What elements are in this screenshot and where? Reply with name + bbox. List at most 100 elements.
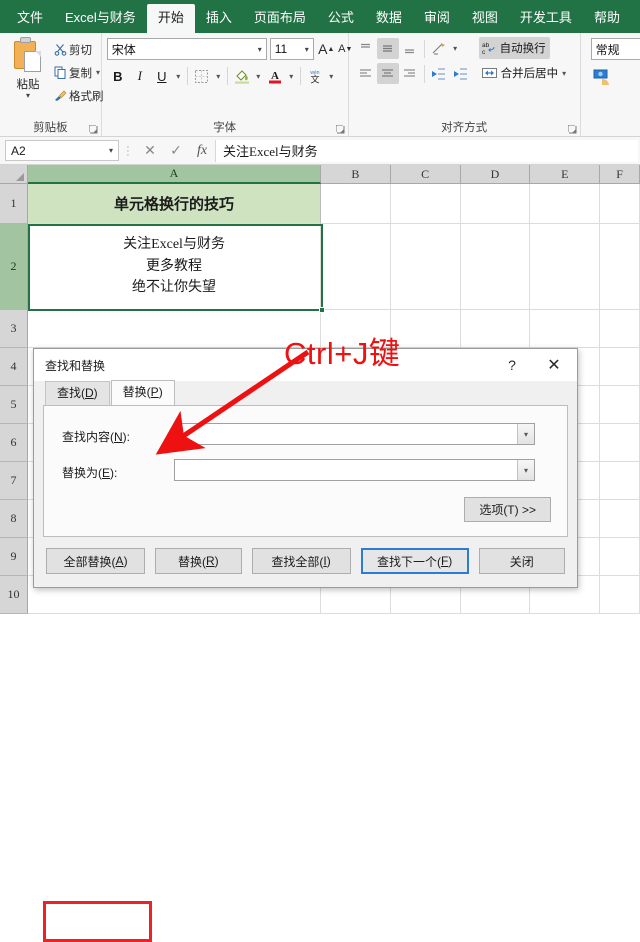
chevron-down-icon[interactable]: ▾ [326, 65, 337, 87]
font-name-input[interactable]: 宋体 ▾ [106, 38, 267, 60]
row-header-7[interactable]: 7 [0, 462, 28, 500]
close-icon[interactable]: ✕ [533, 349, 575, 381]
find-all-button[interactable]: 查找全部(I) [251, 548, 351, 574]
cell-a1[interactable]: 单元格换行的技巧 [28, 184, 322, 224]
row-header-6[interactable]: 6 [0, 424, 28, 462]
cell-f4[interactable] [600, 348, 640, 386]
row-header-3[interactable]: 3 [0, 310, 28, 348]
fill-color-icon[interactable] [231, 65, 253, 87]
align-right-button[interactable] [399, 63, 421, 84]
cell-f3[interactable] [600, 310, 640, 348]
check-icon[interactable]: ✓ [163, 140, 189, 162]
merge-center-button[interactable]: 合并后居中 ▾ [479, 62, 569, 84]
ribbon-tab-developer[interactable]: 开发工具 [509, 4, 583, 33]
wrap-text-button[interactable]: ab c 自动换行 [478, 37, 550, 59]
format-painter-button[interactable]: 格式刷 [52, 85, 104, 106]
column-header-c[interactable]: C [390, 165, 461, 184]
row-header-8[interactable]: 8 [0, 500, 28, 538]
ribbon-tab-view[interactable]: 视图 [461, 4, 509, 33]
chevron-down-icon[interactable]: ▾ [173, 65, 184, 87]
row-header-5[interactable]: 5 [0, 386, 28, 424]
cell-c3[interactable] [390, 310, 461, 348]
cell-b1[interactable] [321, 184, 391, 224]
ribbon-tab-file[interactable]: 文件 [6, 4, 54, 33]
accounting-format-icon[interactable] [591, 66, 615, 88]
replace-all-button[interactable]: 全部替换(A) [46, 548, 146, 574]
align-center-button[interactable] [376, 63, 399, 84]
options-button[interactable]: 选项(T) >> [464, 497, 551, 522]
chevron-down-icon[interactable]: ▾ [286, 65, 297, 87]
row-header-10[interactable]: 10 [0, 576, 28, 614]
row-header-4[interactable]: 4 [0, 348, 28, 386]
cell-a2[interactable]: 关注Excel与财务 更多教程 绝不让你失望 [28, 224, 322, 310]
cell-e2[interactable] [530, 224, 601, 310]
chevron-down-icon[interactable]: ▾ [6, 92, 50, 100]
ribbon-tab-excel-finance[interactable]: Excel与财务 [54, 4, 147, 33]
column-header-e[interactable]: E [530, 165, 601, 184]
select-all-corner[interactable] [0, 165, 28, 184]
font-color-icon[interactable]: A [264, 65, 286, 87]
tab-find[interactable]: 查找(D) [45, 381, 110, 405]
cell-e3[interactable] [530, 310, 601, 348]
fill-handle[interactable] [319, 307, 325, 313]
cell-f10[interactable] [600, 576, 640, 614]
ribbon-tab-page-layout[interactable]: 页面布局 [243, 4, 317, 33]
row-header-9[interactable]: 9 [0, 538, 28, 576]
text-orientation-icon[interactable] [428, 38, 450, 59]
chevron-down-icon[interactable]: ▾ [305, 45, 309, 54]
cell-f8[interactable] [600, 500, 640, 538]
cell-b2[interactable] [321, 224, 391, 310]
row-header-1[interactable]: 1 [0, 184, 28, 224]
decrease-indent-icon[interactable] [428, 63, 450, 84]
phonetic-guide-icon[interactable]: wén 文 [304, 65, 326, 87]
copy-button[interactable]: 复制 ▾ [52, 62, 100, 83]
cut-button[interactable]: 剪切 [52, 39, 92, 60]
cell-e1[interactable] [530, 184, 601, 224]
cell-c2[interactable] [390, 224, 461, 310]
ribbon-tab-data[interactable]: 数据 [365, 4, 413, 33]
cancel-icon[interactable]: ✕ [137, 140, 163, 162]
cell-d3[interactable] [460, 310, 531, 348]
ribbon-tab-help[interactable]: 帮助 [583, 4, 631, 33]
formula-bar-grip[interactable]: · · · [119, 141, 137, 160]
number-format-select[interactable]: 常规 [590, 38, 640, 60]
cell-f2[interactable] [600, 224, 640, 310]
chevron-down-icon[interactable]: ▾ [109, 146, 113, 155]
align-middle-button[interactable] [376, 38, 399, 59]
cell-a3[interactable] [28, 310, 322, 348]
font-size-input[interactable]: 11 ▾ [269, 38, 314, 60]
row-header-2[interactable]: 2 [0, 224, 28, 310]
increase-font-size-icon[interactable]: A ▲ [317, 38, 336, 60]
chevron-down-icon[interactable]: ▾ [258, 45, 262, 54]
italic-button[interactable]: I [129, 65, 151, 87]
ribbon-tab-insert[interactable]: 插入 [195, 4, 243, 33]
replace-with-input[interactable]: ▾ [174, 459, 535, 481]
fx-icon[interactable]: fx [189, 140, 215, 162]
cell-d1[interactable] [460, 184, 531, 224]
cell-f6[interactable] [600, 424, 640, 462]
chevron-down-icon[interactable]: ▾ [213, 65, 224, 87]
close-button[interactable]: 关闭 [478, 548, 565, 574]
column-header-d[interactable]: D [460, 165, 531, 184]
chevron-down-icon[interactable]: ▾ [562, 69, 566, 78]
cell-f7[interactable] [600, 462, 640, 500]
chevron-down-icon[interactable]: ▾ [253, 65, 264, 87]
formula-input[interactable]: 关注Excel与财务 [215, 139, 638, 162]
align-bottom-button[interactable] [399, 38, 421, 59]
ribbon-tab-home[interactable]: 开始 [146, 4, 195, 33]
cell-d2[interactable] [460, 224, 531, 310]
find-next-button[interactable]: 查找下一个(F) [360, 548, 469, 574]
column-header-f[interactable]: F [600, 165, 640, 184]
font-dialog-launcher-icon[interactable] [335, 125, 345, 134]
cell-f9[interactable] [600, 538, 640, 576]
cell-c1[interactable] [390, 184, 461, 224]
underline-button[interactable]: U [151, 65, 173, 87]
column-header-b[interactable]: B [321, 165, 391, 184]
replace-with-value[interactable] [175, 460, 517, 480]
increase-indent-icon[interactable] [450, 63, 472, 84]
cell-f1[interactable] [600, 184, 640, 224]
chevron-down-icon[interactable]: ▾ [517, 424, 534, 444]
alignment-dialog-launcher-icon[interactable] [567, 125, 577, 134]
borders-icon[interactable] [191, 65, 213, 87]
ribbon-tab-formulas[interactable]: 公式 [317, 4, 365, 33]
